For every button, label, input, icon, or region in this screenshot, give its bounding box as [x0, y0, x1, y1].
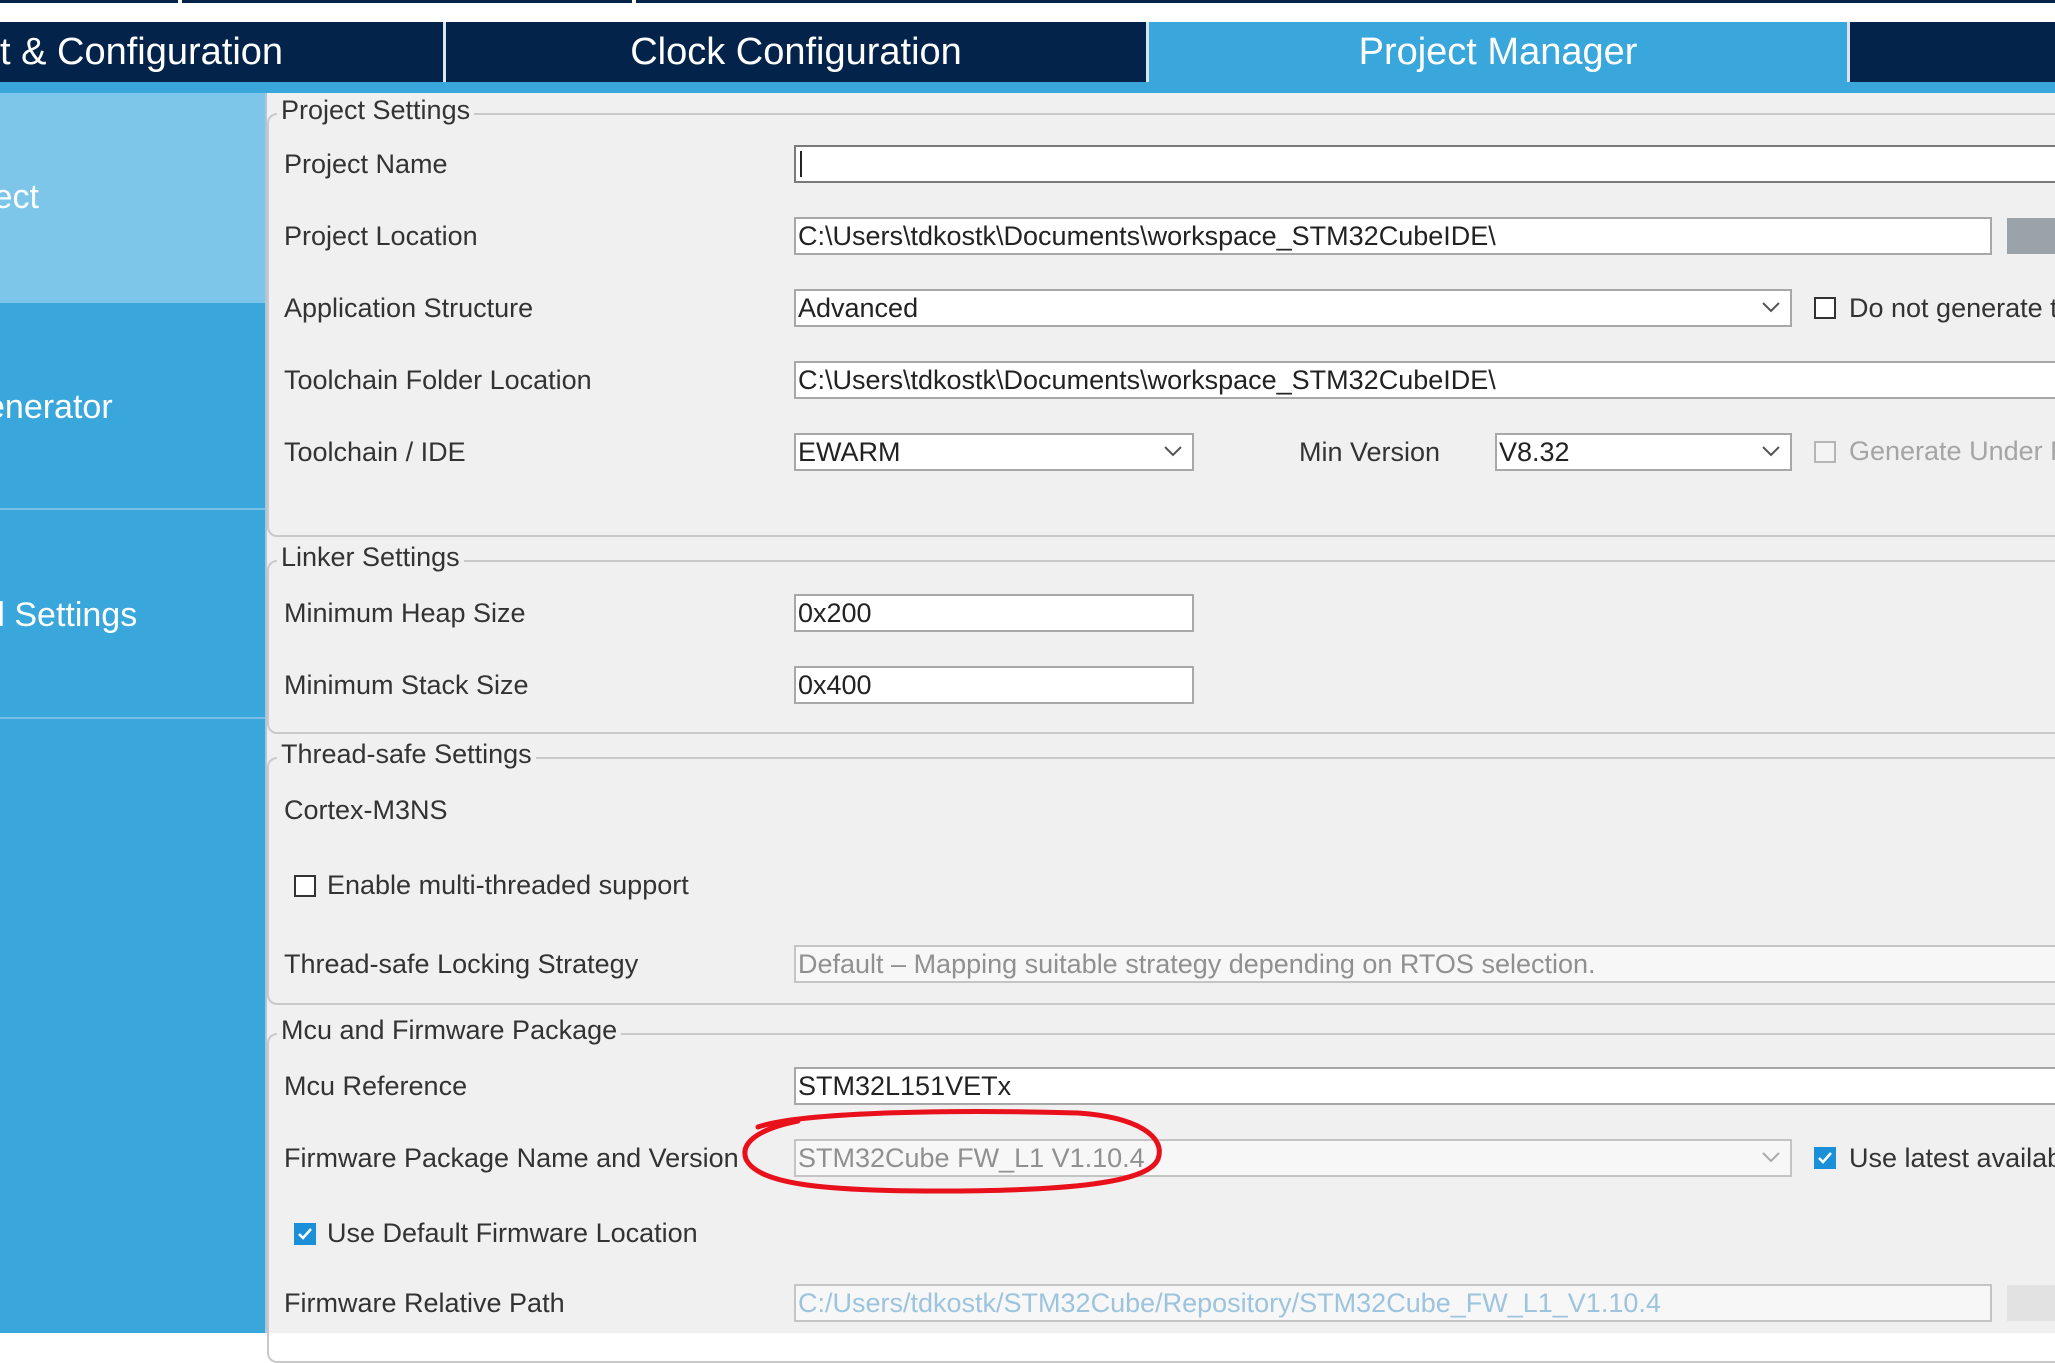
chevron-down-icon	[1762, 446, 1780, 457]
chevron-down-icon	[1762, 302, 1780, 313]
sidebar-divider	[0, 717, 265, 719]
project-location-value: C:\Users\tdkostk\Documents\workspace_STM…	[798, 221, 1496, 251]
project-manager-sidebar: ject enerator d Settings	[0, 93, 265, 1333]
firmware-package-value: STM32Cube FW_L1 V1.10.4	[798, 1143, 1145, 1173]
group-legend: Mcu and Firmware Package	[277, 1015, 622, 1046]
mcu-reference-value: STM32L151VETx	[798, 1071, 1012, 1101]
min-stack-label: Minimum Stack Size	[284, 670, 529, 700]
active-tab-underline	[0, 82, 2055, 93]
min-heap-value: 0x200	[798, 598, 872, 628]
tab-label: Project Manager	[1358, 31, 1638, 73]
checkmark-icon	[1818, 1152, 1832, 1164]
linker-settings-group: Linker Settings Minimum Heap Size 0x200 …	[267, 542, 2055, 734]
locking-strategy-dropdown[interactable]: Default – Mapping suitable strategy depe…	[794, 945, 2055, 983]
top-strip-segment	[0, 0, 178, 3]
use-default-fw-location-checkbox[interactable]	[294, 1223, 316, 1245]
locking-strategy-label: Thread-safe Locking Strategy	[284, 949, 639, 979]
firmware-path-value: C:/Users/tdkostk/STM32Cube/Repository/ST…	[798, 1288, 1661, 1318]
chevron-down-icon	[1762, 1152, 1780, 1163]
min-version-label: Min Version	[1299, 437, 1441, 467]
min-stack-input[interactable]: 0x400	[794, 666, 1194, 704]
do-not-generate-checkbox[interactable]	[1814, 297, 1836, 319]
top-strip-segment	[182, 0, 632, 3]
mcu-reference-label: Mcu Reference	[284, 1071, 468, 1101]
group-legend: Project Settings	[277, 95, 475, 126]
text-caret	[800, 151, 802, 177]
project-name-input[interactable]	[794, 145, 2055, 183]
tab-label: t & Configuration	[0, 31, 284, 73]
toolchain-folder-value: C:\Users\tdkostk\Documents\workspace_STM…	[798, 365, 1496, 395]
chevron-down-icon	[1164, 446, 1182, 457]
mcu-reference-input: STM32L151VETx	[794, 1067, 2055, 1105]
sidebar-item-project[interactable]: ject	[0, 93, 265, 303]
sidebar-item-label: d Settings	[0, 596, 138, 634]
sidebar-item-label: enerator	[0, 388, 113, 426]
window-top-strip	[0, 0, 2055, 22]
checkmark-icon	[298, 1228, 312, 1240]
project-settings-group: Project Settings Project Name Project Lo…	[267, 95, 2055, 537]
sidebar-divider	[0, 508, 265, 510]
min-version-value: V8.32	[1499, 437, 1570, 467]
toolchain-ide-value: EWARM	[798, 437, 901, 467]
use-latest-checkbox[interactable]	[1814, 1147, 1836, 1169]
application-structure-dropdown[interactable]: Advanced	[794, 289, 1792, 327]
locking-strategy-value: Default – Mapping suitable strategy depe…	[798, 949, 1596, 979]
generate-under-root-checkbox[interactable]	[1814, 441, 1836, 463]
toolchain-ide-dropdown[interactable]: EWARM	[794, 433, 1194, 471]
min-heap-label: Minimum Heap Size	[284, 598, 526, 628]
enable-multithread-checkbox[interactable]	[294, 875, 316, 897]
min-stack-value: 0x400	[798, 670, 872, 700]
toolchain-folder-label: Toolchain Folder Location	[284, 365, 592, 395]
enable-multithread-label: Enable multi-threaded support	[327, 870, 689, 900]
group-legend: Thread-safe Settings	[277, 739, 536, 770]
toolchain-folder-input[interactable]: C:\Users\tdkostk\Documents\workspace_STM…	[794, 361, 2055, 399]
do-not-generate-label: Do not generate th	[1849, 293, 2055, 323]
sidebar-item-advanced-settings[interactable]: d Settings	[0, 511, 265, 719]
firmware-package-dropdown[interactable]: STM32Cube FW_L1 V1.10.4	[794, 1139, 1792, 1177]
min-version-dropdown[interactable]: V8.32	[1495, 433, 1792, 471]
application-structure-value: Advanced	[798, 293, 919, 323]
tab-project-manager[interactable]: Project Manager	[1149, 22, 1847, 82]
project-location-label: Project Location	[284, 221, 478, 251]
firmware-package-label: Firmware Package Name and Version	[284, 1143, 739, 1173]
sidebar-item-code-generator[interactable]: enerator	[0, 303, 265, 511]
project-settings-panel: Project Settings Project Name Project Lo…	[267, 93, 2055, 1363]
project-location-input[interactable]: C:\Users\tdkostk\Documents\workspace_STM…	[794, 217, 1992, 255]
min-heap-input[interactable]: 0x200	[794, 594, 1194, 632]
tab-label: Clock Configuration	[630, 31, 962, 73]
toolchain-ide-label: Toolchain / IDE	[284, 437, 466, 467]
group-legend: Linker Settings	[277, 542, 464, 573]
tab-clock-configuration[interactable]: Clock Configuration	[446, 22, 1146, 82]
tab-tools[interactable]	[1850, 22, 2055, 82]
generate-under-root-label: Generate Under R	[1849, 436, 2055, 466]
browse-firmware-button[interactable]	[2007, 1285, 2055, 1321]
firmware-path-label: Firmware Relative Path	[284, 1288, 565, 1318]
mcu-firmware-group: Mcu and Firmware Package Mcu Reference S…	[267, 1015, 2055, 1363]
project-name-label: Project Name	[284, 149, 448, 179]
use-latest-label: Use latest availabl	[1849, 1143, 2055, 1173]
tab-pinout-configuration[interactable]: t & Configuration	[0, 22, 443, 82]
main-tab-bar: t & Configuration Clock Configuration Pr…	[0, 22, 2055, 82]
use-default-fw-location-label: Use Default Firmware Location	[327, 1218, 698, 1248]
top-strip-segment	[636, 0, 2055, 3]
core-label: Cortex-M3NS	[284, 795, 448, 825]
thread-safe-settings-group: Thread-safe Settings Cortex-M3NS Enable …	[267, 739, 2055, 1005]
sidebar-item-label: ject	[0, 178, 39, 216]
browse-location-button[interactable]	[2007, 218, 2055, 254]
firmware-path-input[interactable]: C:/Users/tdkostk/STM32Cube/Repository/ST…	[794, 1284, 1992, 1322]
application-structure-label: Application Structure	[284, 293, 534, 323]
